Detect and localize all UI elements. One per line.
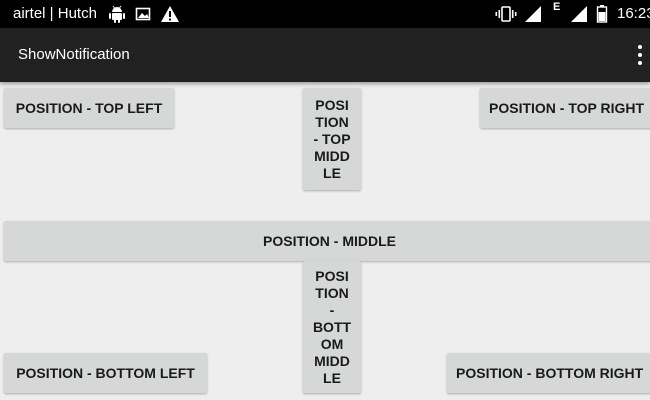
position-middle-button[interactable]: POSITION - MIDDLE [4,221,650,261]
overflow-menu-icon[interactable] [630,42,650,68]
position-bottom-right-button[interactable]: POSITION - BOTTOM RIGHT [447,353,650,393]
position-bottom-middle-button[interactable]: POSI TION - BOTT OM MIDD LE [303,261,361,393]
screen: airtel | Hutch E 16:2 ShowNotification P… [0,0,650,400]
position-bottom-left-button[interactable]: POSITION - BOTTOM LEFT [4,353,207,393]
app-title: ShowNotification [18,46,130,63]
app-toolbar: ShowNotification [0,28,650,82]
position-top-middle-button[interactable]: POSI TION - TOP MIDD LE [303,88,361,190]
position-top-left-button[interactable]: POSITION - TOP LEFT [4,88,174,128]
position-top-right-button[interactable]: POSITION - TOP RIGHT [480,88,650,128]
